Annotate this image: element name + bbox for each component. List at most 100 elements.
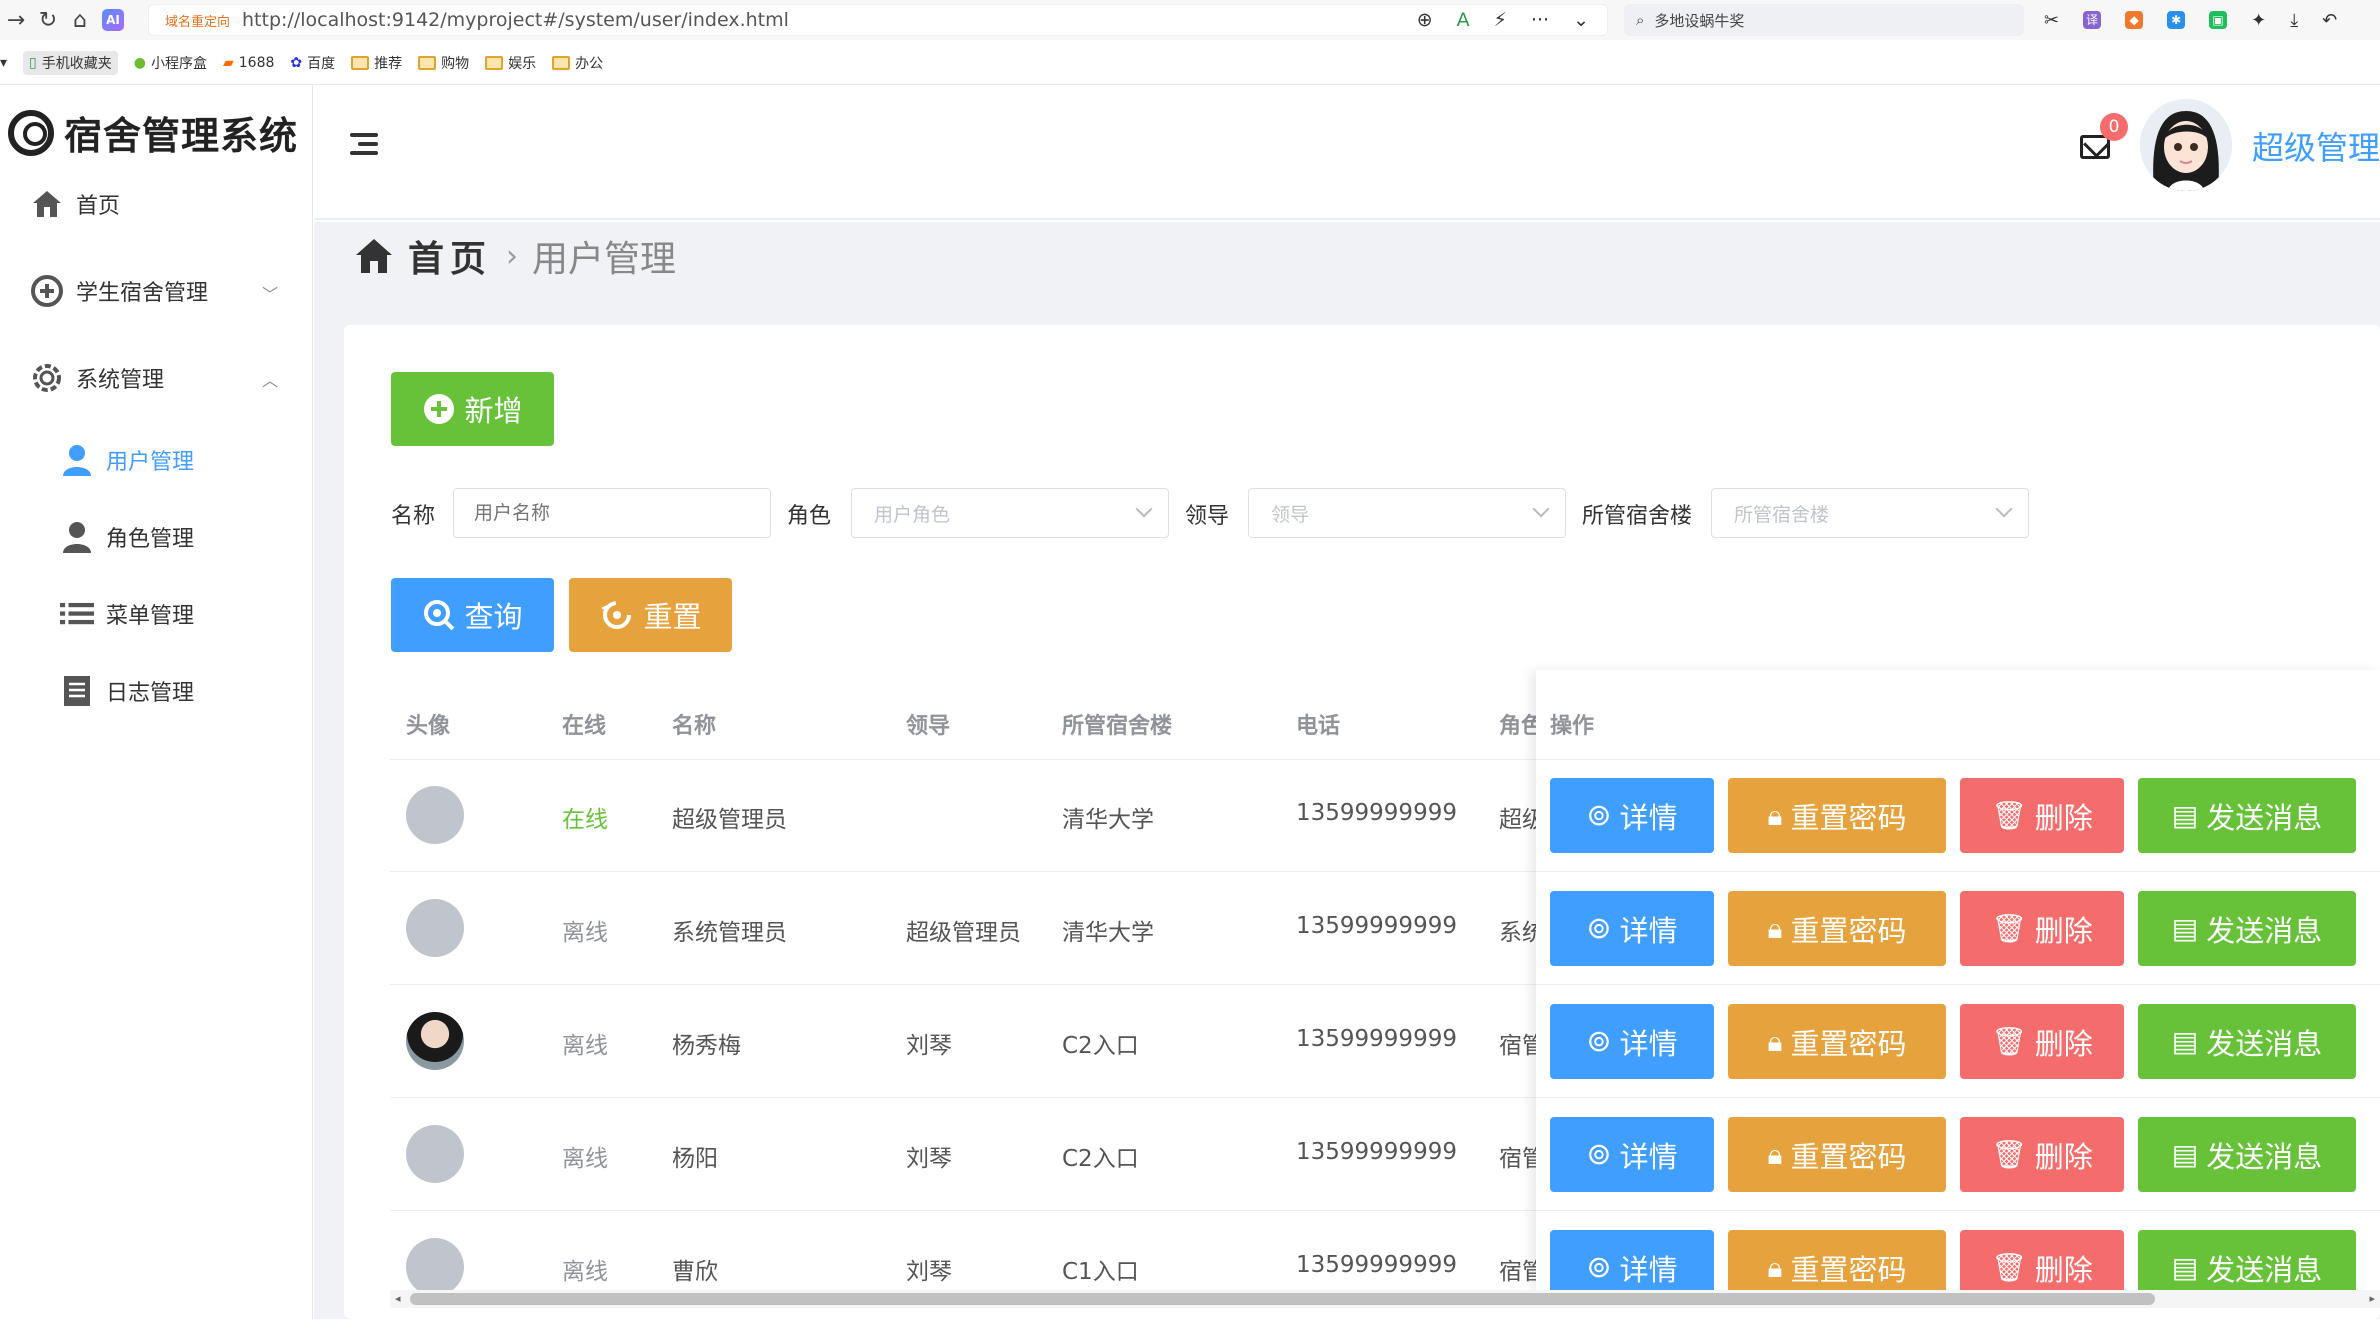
delete-button[interactable]: 🗑︎ 删除 (1960, 1230, 2124, 1290)
sidebar-item-system[interactable]: 系统管理 (30, 361, 164, 395)
online-status: 离线 (562, 1146, 608, 1172)
search-text: 多地设蜗牛奖 (1654, 11, 1745, 30)
folder-icon (485, 56, 504, 70)
reset-password-button[interactable]: 🔒︎ 重置密码 (1728, 1230, 1946, 1290)
reset-password-button[interactable]: 🔒︎ 重置密码 (1728, 1117, 1946, 1192)
bookmark-item[interactable]: ● 小程序盒 (134, 53, 207, 73)
avatar[interactable] (2140, 99, 2232, 191)
header-online: 在线 (562, 714, 607, 739)
scissors-icon[interactable]: ✂ (2044, 10, 2059, 31)
url-text[interactable]: http://localhost:9142/myproject#/system/… (242, 9, 1417, 31)
scroll-thumb[interactable] (410, 1293, 2155, 1305)
role-select[interactable]: 用户角色 (851, 488, 1169, 538)
leader-cell: 超级管理员 (906, 920, 1021, 946)
document-icon: ▤ (2171, 799, 2199, 832)
bookmark-item[interactable]: ▯ 手机收藏夹 (23, 51, 118, 75)
flower-icon[interactable]: ✱ (2167, 11, 2186, 29)
building-cell: C2入口 (1062, 1146, 1139, 1172)
delete-button[interactable]: 🗑︎ 删除 (1960, 1117, 2124, 1192)
trash-icon: 🗑︎ (1991, 1251, 2027, 1284)
delete-button[interactable]: 🗑︎ 删除 (1960, 1004, 2124, 1079)
bookmark-overflow[interactable]: ▾ (0, 55, 7, 71)
delete-button[interactable]: 🗑︎ 删除 (1960, 891, 2124, 966)
building-select[interactable]: 所管宿舍楼 (1711, 488, 2029, 538)
sidebar-item-student-dorm[interactable]: 学生宿舍管理 (30, 274, 208, 308)
search-icon (424, 600, 455, 631)
undo-icon[interactable]: ↶ (2322, 10, 2337, 31)
ops-row: ⊚ 详情 🔒︎ 重置密码 🗑︎ 删除 ▤ 发送消息 (1536, 986, 2380, 1098)
phone-cell: 13599999999 (1296, 1026, 1457, 1052)
building-cell: C1入口 (1062, 1259, 1139, 1285)
sidebar-item-users[interactable]: 用户管理 (60, 443, 194, 477)
detail-button[interactable]: ⊚ 详情 (1550, 1230, 1714, 1290)
redirect-tag: 域名重定向 (165, 14, 231, 30)
bookmark-folder[interactable]: 购物 (418, 53, 469, 73)
ai-icon[interactable]: AI (102, 9, 124, 31)
header-ops: 操作 (1550, 714, 1595, 739)
send-message-button[interactable]: ▤ 发送消息 (2138, 1230, 2356, 1290)
send-message-button[interactable]: ▤ 发送消息 (2138, 1117, 2356, 1192)
reset-button[interactable]: 重置 (569, 578, 732, 652)
add-button[interactable]: 新增 (391, 372, 554, 446)
query-button[interactable]: 查询 (391, 578, 554, 652)
delete-button[interactable]: 🗑︎ 删除 (1960, 778, 2124, 853)
zoom-icon[interactable]: ⊕ (1417, 9, 1433, 31)
online-status: 离线 (562, 1259, 608, 1285)
send-message-button[interactable]: ▤ 发送消息 (2138, 778, 2356, 853)
detail-button[interactable]: ⊚ 详情 (1550, 778, 1714, 853)
bookmark-folder[interactable]: 娱乐 (485, 53, 536, 73)
reset-password-button[interactable]: 🔒︎ 重置密码 (1728, 778, 1946, 853)
fox-icon[interactable]: ◆ (2125, 11, 2144, 29)
building-cell: 清华大学 (1062, 807, 1154, 833)
home-icon[interactable]: ⌂ (64, 8, 96, 33)
translate-icon[interactable]: 译 (2083, 11, 2102, 29)
gear-icon (30, 361, 64, 395)
scroll-right-icon[interactable]: ▸ (2369, 1292, 2375, 1305)
chat-icon[interactable]: ▣ (2209, 11, 2228, 29)
sidebar-item-logs[interactable]: 日志管理 (60, 674, 194, 708)
detail-button[interactable]: ⊚ 详情 (1550, 891, 1714, 966)
leader-select[interactable]: 领导 (1248, 488, 1566, 538)
user-name[interactable]: 超级管理 (2252, 123, 2380, 169)
reload-icon[interactable]: ↻ (32, 8, 64, 33)
detail-button[interactable]: ⊚ 详情 (1550, 1117, 1714, 1192)
send-message-button[interactable]: ▤ 发送消息 (2138, 1004, 2356, 1079)
leader-label: 领导 (1185, 504, 1230, 529)
address-bar[interactable]: 域名重定向 http://localhost:9142/myproject#/s… (148, 4, 1608, 36)
trash-icon: 🗑︎ (1991, 1138, 2027, 1171)
document-icon: ▤ (2171, 1251, 2199, 1284)
sidebar-item-menus[interactable]: 菜单管理 (60, 597, 194, 631)
sidebar-item-roles[interactable]: 角色管理 (60, 520, 194, 554)
download-icon[interactable]: ⤓ (2290, 10, 2298, 31)
bookmark-folder[interactable]: 推荐 (351, 53, 402, 73)
breadcrumb: 首页 › 用户管理 (354, 230, 676, 282)
user-name-cell: 超级管理员 (672, 807, 787, 833)
breadcrumb-home[interactable]: 首页 (408, 230, 492, 282)
table-row: 离线 杨秀梅 刘琴 C2入口 13599999999 宿管 (390, 986, 1545, 1098)
more-icon[interactable]: ··· (1531, 9, 1549, 31)
horizontal-scrollbar[interactable]: ◂ ▸ (390, 1290, 2380, 1308)
puzzle-icon[interactable]: ✦ (2251, 10, 2266, 31)
user-icon (60, 443, 94, 477)
detail-button[interactable]: ⊚ 详情 (1550, 1004, 1714, 1079)
send-message-button[interactable]: ▤ 发送消息 (2138, 891, 2356, 966)
menu-toggle-icon[interactable] (350, 133, 378, 160)
list-icon (60, 597, 94, 631)
bookmark-item[interactable]: ▰ 1688 (223, 55, 274, 71)
bookmark-item[interactable]: ✿ 百度 (290, 53, 335, 73)
chevron-down-icon[interactable]: ﹀ (262, 281, 278, 305)
bookmark-folder[interactable]: 办公 (552, 53, 603, 73)
avatar (406, 1238, 464, 1296)
name-input[interactable] (453, 488, 771, 538)
chevron-down-icon[interactable]: ⌄ (1573, 9, 1589, 31)
chevron-up-icon[interactable]: ︿ (262, 367, 278, 391)
forward-icon[interactable]: → (0, 8, 32, 33)
reset-password-button[interactable]: 🔒︎ 重置密码 (1728, 891, 1946, 966)
search-box[interactable]: ⌕ 多地设蜗牛奖 (1624, 4, 2024, 36)
reset-password-button[interactable]: 🔒︎ 重置密码 (1728, 1004, 1946, 1079)
sidebar-item-home[interactable]: 首页 (30, 187, 120, 221)
lightning-icon[interactable]: ⚡ (1494, 9, 1507, 31)
scroll-left-icon[interactable]: ◂ (395, 1292, 401, 1305)
read-aloud-icon[interactable]: A (1457, 9, 1470, 31)
search-icon: ⊚ (1586, 911, 1612, 946)
